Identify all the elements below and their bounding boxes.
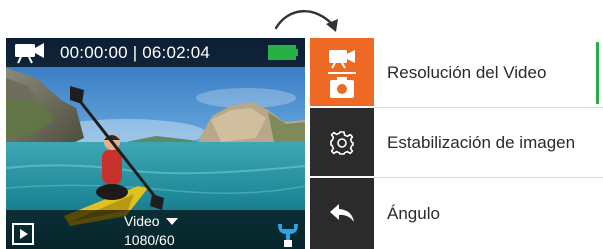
selection-indicator [596,42,599,104]
menu-tile-mode [310,38,374,108]
menu-item-label: Ángulo [387,204,440,223]
curved-arrow-icon [274,9,338,32]
menu-tile-settings [310,108,374,178]
video-photo-mode-icon [328,50,356,98]
recording-timer: 00:00:00 | 06:02:04 [60,43,211,62]
menu-item-label: Resolución del Video [387,63,547,82]
mode-selector[interactable]: Video [124,213,178,229]
camera-screen: 00:00:00 | 06:02:04 Video 1080/60 Resolu… [0,0,603,249]
menu-item-image-stabilization[interactable]: Estabilización de imagen [310,108,603,178]
menu-item-label: Estabilización de imagen [387,133,576,152]
settings-menu: Resolución del Video Estabilización de i… [310,38,603,249]
playback-icon[interactable] [12,223,34,245]
battery-icon [268,45,298,60]
menu-item-angle[interactable]: Ángulo [310,178,603,249]
bottom-bar: Video 1080/60 [6,210,305,249]
menu-tile-back [310,178,374,249]
status-bar: 00:00:00 | 06:02:04 [6,38,305,67]
mode-label: Video [124,213,160,229]
back-arrow-icon[interactable] [328,202,356,224]
video-camera-icon [15,43,44,64]
gear-icon [330,131,354,155]
caret-down-icon [165,217,178,225]
wrench-icon[interactable] [274,220,300,248]
menu-item-video-resolution[interactable]: Resolución del Video [310,38,603,108]
resolution-value: 1080/60 [124,232,175,248]
live-preview[interactable]: 00:00:00 | 06:02:04 Video 1080/60 [6,38,305,249]
